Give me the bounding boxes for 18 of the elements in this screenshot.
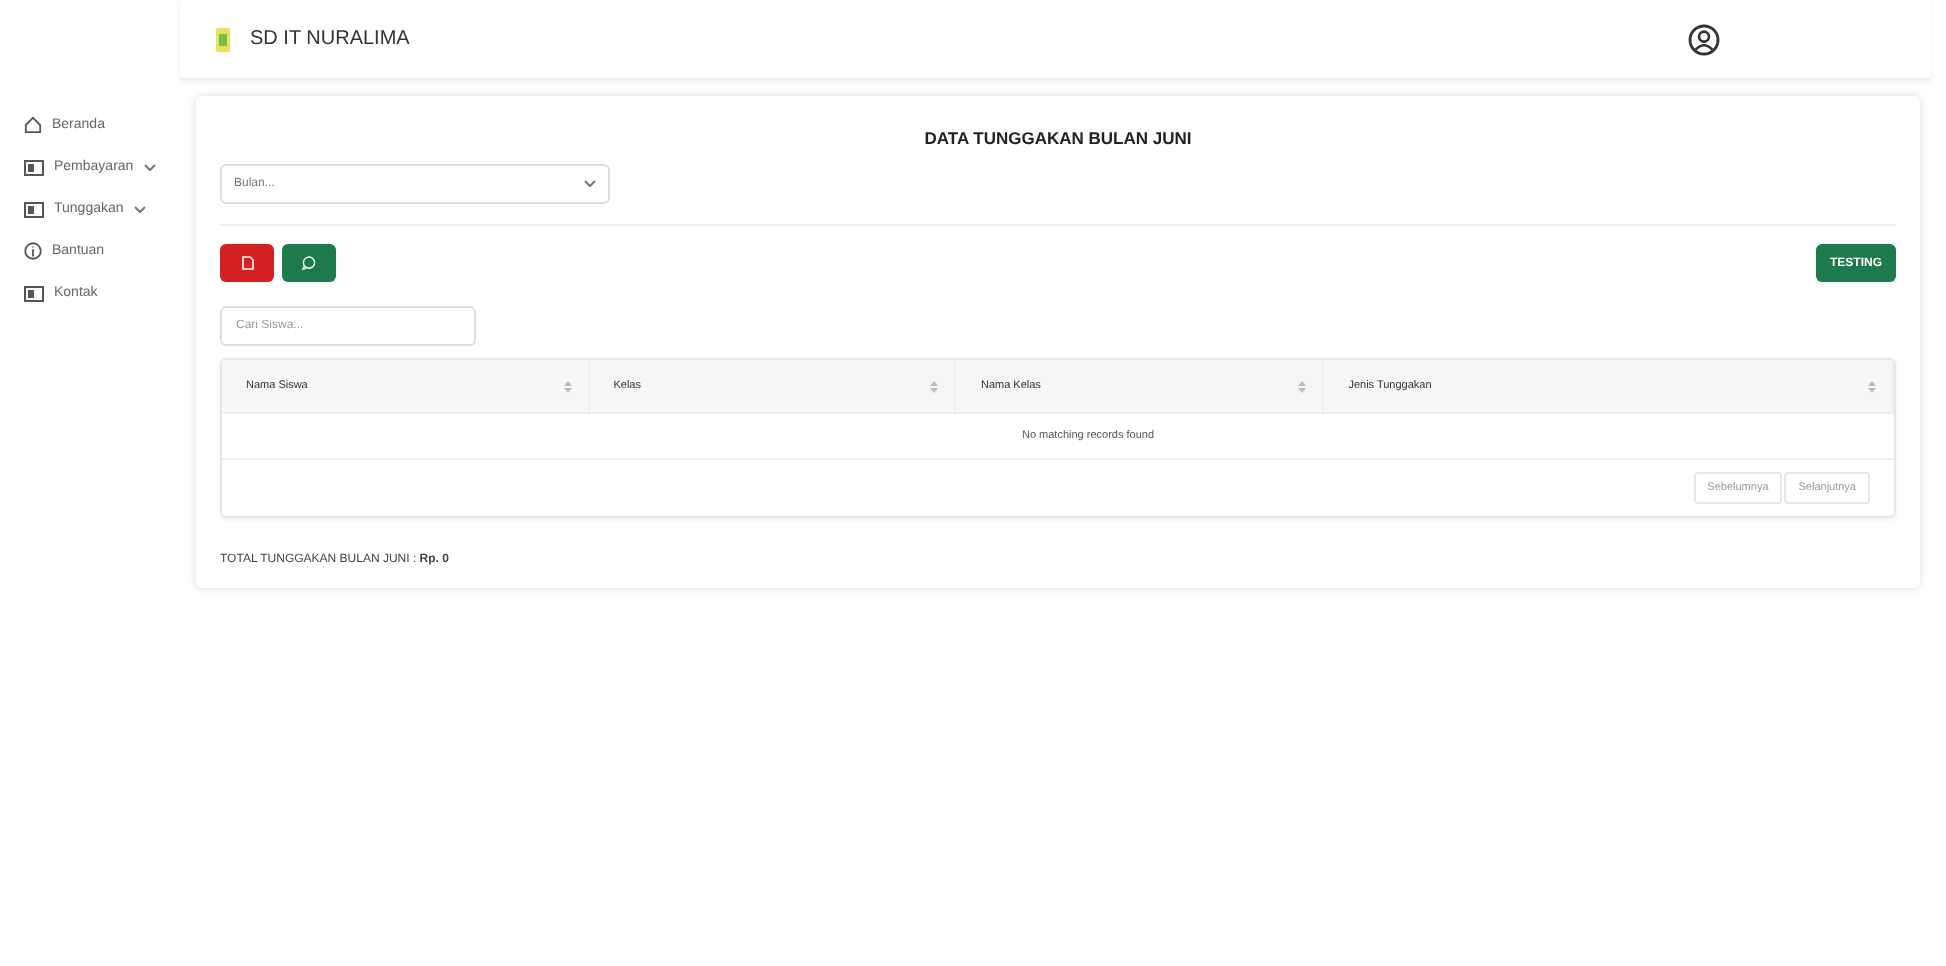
sort-icon[interactable] xyxy=(1867,379,1876,393)
info-icon xyxy=(24,242,42,260)
whatsapp-button[interactable] xyxy=(282,244,336,282)
card-icon xyxy=(24,285,44,301)
page-title: DATA TUNGGAKAN BULAN JUNI xyxy=(922,128,1194,148)
user-avatar-icon[interactable] xyxy=(1688,23,1720,55)
logo-icon xyxy=(216,27,230,51)
sort-icon[interactable] xyxy=(563,379,572,393)
document-icon xyxy=(241,256,253,270)
sort-icon[interactable] xyxy=(1298,379,1307,393)
card-icon xyxy=(24,159,44,175)
pdf-button[interactable] xyxy=(220,244,274,282)
chat-bubble-icon xyxy=(302,256,316,270)
sort-icon[interactable] xyxy=(930,379,939,393)
chevron-down-icon xyxy=(584,180,596,188)
school-name: SD IT NURALIMA xyxy=(250,28,410,50)
card-icon xyxy=(24,201,44,217)
home-icon xyxy=(24,116,42,134)
